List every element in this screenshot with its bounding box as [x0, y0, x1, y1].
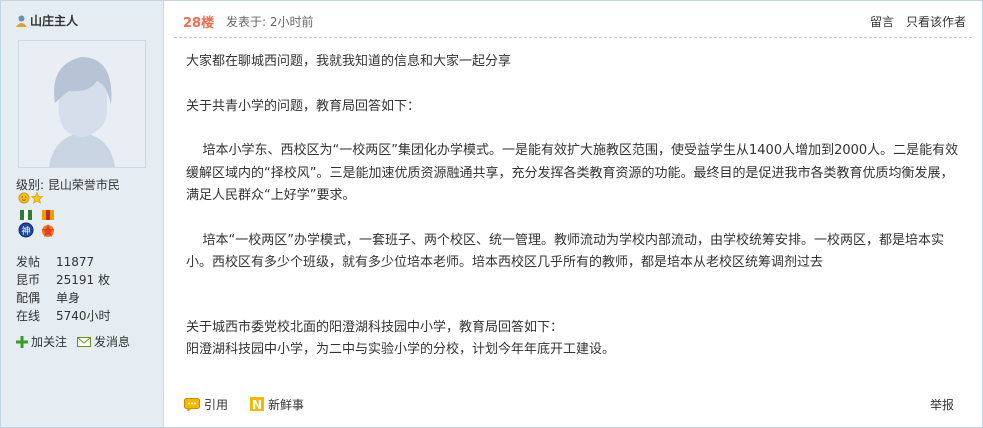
- medal-icon: [42, 210, 54, 237]
- star-icon: [31, 192, 43, 204]
- stat-coins: 昆币 25191 枚: [16, 273, 110, 287]
- reply-link[interactable]: 留言: [870, 13, 894, 30]
- sun-icon: [18, 192, 30, 204]
- avatar[interactable]: [18, 40, 146, 168]
- author-stats: 发帖 11877 昆币 25191 枚 配偶 单身 在线 5740小时: [16, 253, 156, 325]
- message-button[interactable]: 发消息: [77, 333, 130, 350]
- medals: 神: [18, 210, 56, 242]
- quote-button[interactable]: 引用: [184, 396, 228, 413]
- fresh-news-button[interactable]: N 新鲜事: [250, 396, 304, 413]
- plus-icon: [16, 335, 28, 348]
- news-icon: N: [250, 397, 265, 411]
- post-header: 28楼 发表于: 2小时前 留言 只看该作者: [174, 1, 972, 38]
- author-actions: 加关注 发消息: [16, 333, 130, 350]
- only-author-link[interactable]: 只看该作者: [906, 13, 966, 30]
- level-label: 级别: 昆山荣誉市民: [16, 178, 120, 192]
- stat-online: 在线 5740小时: [16, 309, 111, 323]
- post-body: 28楼 发表于: 2小时前 留言 只看该作者 大家都在聊城西问题，我就我知道的信…: [164, 1, 982, 427]
- post-content: 大家都在聊城西问题，我就我知道的信息和大家一起分享 关于共青小学的问题，教育局回…: [186, 51, 961, 362]
- rank-stars: [18, 192, 43, 204]
- paragraph: 关于共青小学的问题，教育局回答如下：: [186, 98, 421, 114]
- paragraph: 大家都在聊城西问题，我就我知道的信息和大家一起分享: [186, 54, 512, 69]
- paragraph: 培本小学东、西校区为“一校两区”集团化办学模式。一是能有效扩大施教区范围，使受益…: [186, 143, 959, 203]
- paragraph: 阳澄湖科技园中小学，为二中与实验小学的分校，计划今年年底开工建设。: [186, 342, 616, 357]
- report-link[interactable]: 举报: [930, 396, 954, 413]
- stat-spouse: 配偶 单身: [16, 291, 81, 305]
- paragraph: 关于城西市委党校北面的阳澄湖科技园中小学，教育局回答如下：: [186, 319, 564, 335]
- forum-post: 山庄主人 级别: 昆山荣誉市民 神 发帖 11877 昆币 25191 枚 配偶 单身…: [0, 0, 983, 428]
- author-sidebar: 山庄主人 级别: 昆山荣誉市民 神 发帖 11877 昆币 25191 枚 配偶 单身…: [1, 1, 164, 427]
- post-time: 发表于: 2小时前: [226, 15, 314, 29]
- paragraph: 培本“一校两区”办学模式，一套班子、两个校区、统一管理。教师流动为学校内部流动，…: [186, 232, 945, 271]
- follow-button[interactable]: 加关注: [16, 333, 67, 350]
- header-links: 留言 只看该作者: [870, 13, 966, 30]
- stat-posts: 发帖 11877: [16, 255, 95, 269]
- envelope-icon: [77, 336, 92, 347]
- post-footer: 引用 N 新鲜事 举报: [184, 394, 972, 414]
- author-name[interactable]: 山庄主人: [16, 12, 78, 29]
- svg-text:神: 神: [21, 225, 30, 237]
- floor-number[interactable]: 28楼: [183, 12, 214, 31]
- svg-text:N: N: [252, 398, 262, 411]
- user-icon: [16, 15, 27, 27]
- quote-icon: [184, 397, 200, 411]
- medal-icon: 神: [18, 210, 34, 238]
